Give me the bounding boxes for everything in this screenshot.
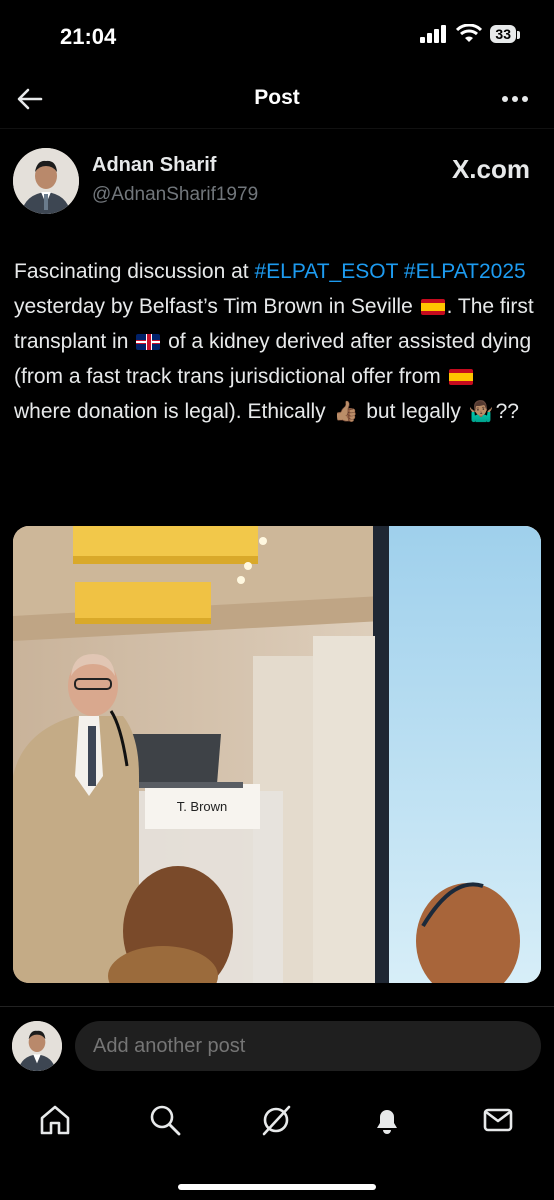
nav-header: Post xyxy=(0,70,554,129)
page-title: Post xyxy=(254,86,300,109)
name-card-text: T. Brown xyxy=(177,799,228,814)
status-bar: 21:04 33 xyxy=(0,0,554,70)
tab-notifications[interactable] xyxy=(367,1100,407,1140)
hashtag-link[interactable]: #ELPAT_ESOT xyxy=(254,260,398,283)
author-name[interactable]: Adnan Sharif xyxy=(92,154,216,177)
post-text: Fascinating discussion at #ELPAT_ESOT #E… xyxy=(14,254,534,429)
spain-flag-icon xyxy=(448,369,473,386)
source-label: X.com xyxy=(451,154,530,184)
more-options-button[interactable] xyxy=(498,84,532,114)
post-text-segment: Fascinating discussion at xyxy=(14,260,255,283)
status-icons: 33 xyxy=(420,24,520,44)
grok-icon xyxy=(262,1105,291,1136)
wifi-icon xyxy=(456,24,483,42)
more-icon xyxy=(502,96,528,102)
tab-home[interactable] xyxy=(35,1100,75,1140)
spain-flag-icon xyxy=(420,299,445,316)
post-text-segment: yesterday by Belfast’s Tim Brown in Sevi… xyxy=(14,295,419,318)
post-text-segment: where donation is legal). Ethically xyxy=(14,400,332,423)
battery-indicator: 33 xyxy=(490,25,520,43)
tab-grok[interactable] xyxy=(256,1100,296,1140)
uk-flag-icon xyxy=(136,334,161,351)
search-icon xyxy=(150,1105,181,1136)
user-avatar[interactable] xyxy=(12,1021,62,1071)
hashtag-link[interactable]: #ELPAT2025 xyxy=(404,260,526,283)
tab-search[interactable] xyxy=(145,1100,185,1140)
tab-messages[interactable] xyxy=(478,1100,518,1140)
messages-icon xyxy=(483,1108,513,1132)
author-handle[interactable]: @AdnanSharif1979 xyxy=(92,184,258,206)
post-image[interactable]: T. Brown xyxy=(13,526,541,983)
thumbs-up-icon: 👍🏽 xyxy=(333,401,359,424)
home-indicator xyxy=(178,1184,376,1190)
tab-bar xyxy=(0,1084,554,1200)
notifications-icon xyxy=(377,1110,397,1134)
reply-input[interactable] xyxy=(75,1021,541,1071)
status-clock: 21:04 xyxy=(60,24,117,49)
author-avatar[interactable] xyxy=(13,148,79,214)
reply-bar xyxy=(0,1006,554,1085)
home-icon xyxy=(40,1105,70,1135)
post: Adnan Sharif @AdnanSharif1979 X.com Fasc… xyxy=(0,140,554,1020)
post-text-segment: ?? xyxy=(495,400,519,423)
post-text-segment: but legally xyxy=(360,400,467,423)
signal-icon xyxy=(420,25,447,43)
shrug-icon: 🤷🏽‍♂️ xyxy=(468,401,494,424)
